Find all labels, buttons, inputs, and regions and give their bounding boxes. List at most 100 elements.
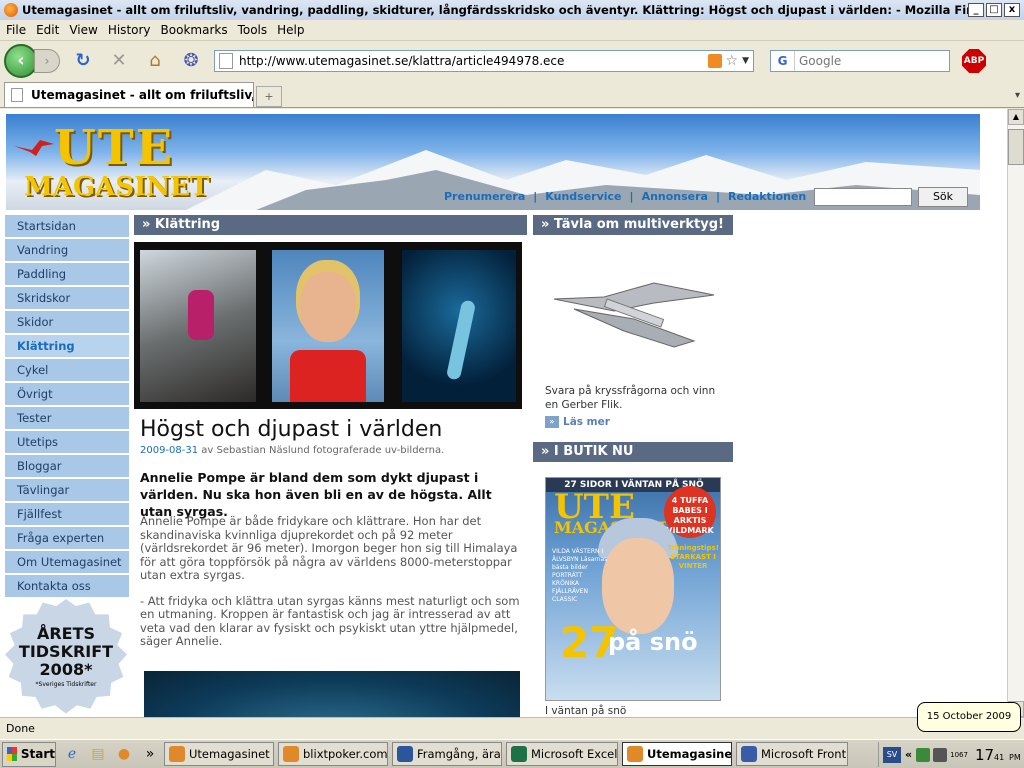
leftnav-item-tester[interactable]: Tester	[5, 407, 129, 429]
taskbar-item-blixtpoker[interactable]: blixtpoker.com ...	[278, 742, 388, 766]
forward-button[interactable]: ›	[34, 49, 60, 73]
google-icon[interactable]: G	[771, 51, 795, 71]
menu-file[interactable]: File	[6, 23, 26, 37]
multitool-image[interactable]	[544, 269, 724, 369]
scroll-thumb[interactable]	[1008, 129, 1024, 165]
firefox-quicklaunch-icon[interactable]: ●	[114, 744, 134, 764]
taskbar-item-label: blixtpoker.com ...	[303, 747, 388, 761]
cover-tip-text: Träningstips! STARKAST I VINTER	[667, 544, 719, 570]
contest-text: Svara på kryssfrågorna och vinn en Gerbe…	[545, 385, 716, 411]
award-badge: ÅRETS TIDSKRIFT 2008* *Sveriges Tidskrif…	[5, 599, 127, 714]
firefox-icon	[283, 746, 299, 762]
url-text[interactable]: http://www.utemagasinet.se/klattra/artic…	[239, 54, 708, 68]
minimize-button[interactable]: _	[968, 3, 984, 17]
frontpage-icon	[741, 746, 757, 762]
tab-utemagasinet[interactable]: Utemagasinet - allt om friluftsliv, va..…	[4, 82, 254, 107]
firefox-icon	[627, 746, 643, 762]
monitor-icon[interactable]	[933, 747, 948, 762]
leftnav-item-cykel[interactable]: Cykel	[5, 359, 129, 381]
firefox-icon	[4, 3, 18, 17]
article-photo-underwater	[144, 671, 520, 717]
article-byline: 2009-08-31 av Sebastian Näslund fotograf…	[140, 445, 444, 456]
ie-quicklaunch-icon[interactable]: ℯ	[62, 744, 82, 764]
leftnav-item-fraga-experten[interactable]: Fråga experten	[5, 527, 129, 549]
bookmark-star-icon[interactable]: ☆	[726, 53, 739, 69]
extension-icon[interactable]: ❂	[178, 48, 204, 74]
shop-header[interactable]: » I BUTIK NU	[533, 442, 733, 462]
home-icon[interactable]: ⌂	[142, 48, 168, 74]
section-header[interactable]: » Klättring	[134, 215, 527, 235]
close-button[interactable]: x	[1004, 3, 1020, 17]
leftnav-item-skidor[interactable]: Skidor	[5, 311, 129, 333]
article-paragraph: - Att fridyka och klättra utan syrgas kä…	[140, 593, 520, 648]
search-input[interactable]	[795, 54, 949, 68]
back-button[interactable]: ‹	[4, 44, 38, 78]
page-content: UTE MAGASINET Prenumerera | Kundservice …	[0, 109, 1007, 717]
leftnav-item-paddling[interactable]: Paddling	[5, 263, 129, 285]
start-label: Start	[20, 747, 55, 761]
menu-tools[interactable]: Tools	[238, 23, 268, 37]
article-lead: Annelie Pompe är bland dem som dykt djup…	[140, 470, 492, 519]
leftnav-item-vandring[interactable]: Vandring	[5, 239, 129, 261]
tray-expand-icon[interactable]: «	[905, 748, 912, 761]
menu-help[interactable]: Help	[277, 23, 304, 37]
maximize-button[interactable]: □	[986, 3, 1002, 17]
reload-icon[interactable]: ↻	[70, 48, 96, 74]
leftnav-item-ovrigt[interactable]: Övrigt	[5, 383, 129, 405]
contest-header[interactable]: » Tävla om multiverktyg!	[533, 215, 733, 235]
site-search-input[interactable]	[814, 188, 912, 206]
rss-icon[interactable]	[707, 54, 722, 68]
quicklaunch-more[interactable]: »	[140, 744, 160, 764]
nav-annonsera[interactable]: Annonsera	[642, 190, 708, 203]
address-bar[interactable]: http://www.utemagasinet.se/klattra/artic…	[214, 50, 754, 72]
award-line-2: TIDSKRIFT	[18, 642, 114, 661]
taskbar-item-word[interactable]: Framgång, ära...	[392, 742, 502, 766]
menu-edit[interactable]: Edit	[36, 23, 59, 37]
taskbar-item-frontpage[interactable]: Microsoft Front...	[736, 742, 848, 766]
site-banner: UTE MAGASINET Prenumerera | Kundservice …	[6, 114, 980, 210]
photo-diver	[402, 250, 516, 402]
language-indicator[interactable]: SV	[883, 746, 901, 763]
clock-minute: 41	[994, 752, 1005, 762]
menu-bookmarks[interactable]: Bookmarks	[161, 23, 228, 37]
menu-history[interactable]: History	[108, 23, 151, 37]
title-bar: Utemagasinet - allt om friluftsliv, vand…	[0, 0, 1024, 20]
magazine-cover[interactable]: 27 SIDOR I VÄNTAN PÅ SNÖ UTE MAGASINET 4…	[545, 477, 721, 701]
menu-view[interactable]: View	[69, 23, 97, 37]
tab-list-icon[interactable]: ▾	[1015, 90, 1020, 101]
scroll-up-icon[interactable]: ▲	[1008, 109, 1024, 125]
leftnav-item-startsidan[interactable]: Startsidan	[5, 215, 129, 237]
site-logo-ute[interactable]: UTE	[54, 120, 174, 176]
url-dropdown-icon[interactable]: ▼	[742, 56, 749, 66]
page-icon	[11, 88, 23, 102]
stop-icon[interactable]: ✕	[106, 48, 132, 74]
start-button[interactable]: Start	[2, 741, 56, 767]
leftnav-item-utetips[interactable]: Utetips	[5, 431, 129, 453]
taskbar-item-excel[interactable]: Microsoft Excel...	[506, 742, 618, 766]
new-tab-button[interactable]: +	[256, 86, 282, 107]
leftnav-item-om-utemagasinet[interactable]: Om Utemagasinet	[5, 551, 129, 573]
adblock-icon[interactable]: ABP	[962, 49, 986, 73]
clock[interactable]: 1741 PM	[975, 746, 1021, 764]
nav-kundservice[interactable]: Kundservice	[545, 190, 621, 203]
leftnav-item-bloggar[interactable]: Bloggar	[5, 455, 129, 477]
leftnav-item-tavlingar[interactable]: Tävlingar	[5, 479, 129, 501]
search-bar[interactable]: G ⌕	[545, 50, 950, 633]
site-logo-magasinet[interactable]: MAGASINET	[24, 172, 209, 202]
site-search-button[interactable]: Sök	[918, 187, 968, 207]
page-icon	[219, 53, 233, 69]
leftnav-item-fjallfest[interactable]: Fjällfest	[5, 503, 129, 525]
leftnav-item-skridskor[interactable]: Skridskor	[5, 287, 129, 309]
top-navigation: Prenumerera | Kundservice | Annonsera | …	[436, 190, 814, 203]
vertical-scrollbar[interactable]: ▲ ▼	[1007, 109, 1024, 717]
taskbar-item-utemagasinet-active[interactable]: Utemagasine...	[622, 742, 732, 766]
leftnav-item-kontakta-oss[interactable]: Kontakta oss	[5, 575, 129, 597]
read-more-link[interactable]: » Läs mer	[545, 416, 610, 428]
leftnav-item-klattring[interactable]: Klättring	[5, 335, 129, 357]
network-icon[interactable]	[916, 747, 931, 762]
taskbar-item-label: Utemagasine...	[647, 747, 732, 761]
taskbar-item-utemagasinet-1[interactable]: Utemagasinet -...	[164, 742, 274, 766]
nav-redaktionen[interactable]: Redaktionen	[728, 190, 806, 203]
nav-prenumerera[interactable]: Prenumerera	[444, 190, 525, 203]
folder-quicklaunch-icon[interactable]: ▤	[88, 744, 108, 764]
